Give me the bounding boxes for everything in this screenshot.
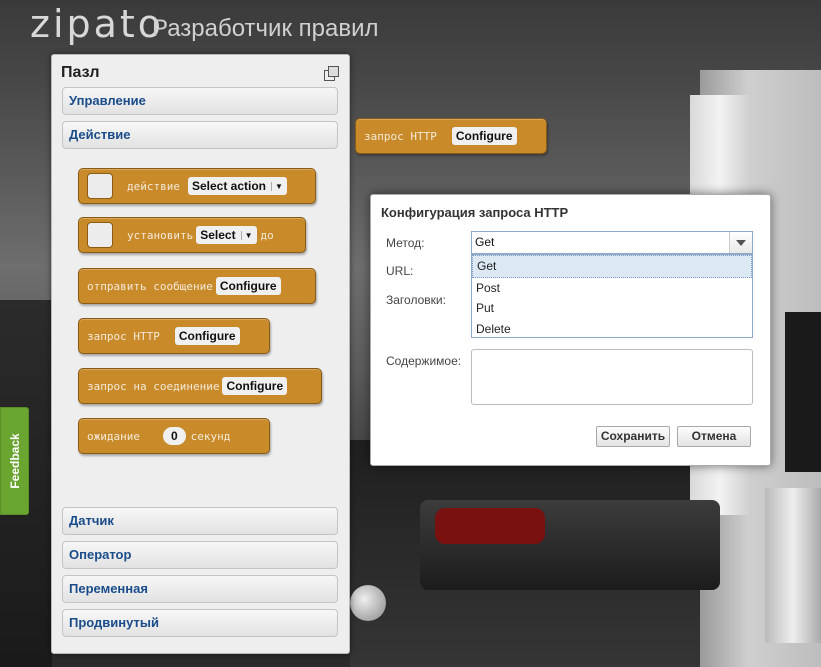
chevron-down-icon: ▼: [271, 181, 283, 191]
cancel-button[interactable]: Отмена: [677, 426, 751, 447]
select-action-dropdown[interactable]: Select action ▼: [187, 177, 287, 195]
chevron-down-icon: ▼: [240, 230, 253, 240]
category-operator[interactable]: Оператор: [62, 541, 338, 569]
headers-label: Заголовки:: [386, 293, 446, 307]
block-label: запрос на соединение: [87, 379, 220, 393]
block-label: ожидание: [87, 429, 140, 443]
method-select[interactable]: Get: [471, 231, 753, 254]
configure-button[interactable]: Configure: [451, 127, 517, 145]
block-label: запрос HTTP: [87, 329, 160, 343]
panel-title: Пазл: [61, 64, 100, 81]
action-block[interactable]: действие Select action ▼: [78, 168, 316, 204]
wait-block[interactable]: ожидание 0 секунд: [78, 418, 270, 454]
method-label: Метод:: [386, 236, 425, 250]
page-title: Разработчик правил: [152, 15, 379, 42]
popout-icon[interactable]: [324, 66, 339, 81]
dialog-title: Конфигурация запроса HTTP: [381, 205, 569, 220]
method-option-delete[interactable]: Delete: [472, 319, 752, 340]
category-variable[interactable]: Переменная: [62, 575, 338, 603]
block-label: установить: [127, 228, 194, 242]
chevron-down-icon[interactable]: [729, 232, 752, 253]
bg-lamp: [350, 585, 386, 621]
configure-button[interactable]: Configure: [174, 327, 240, 345]
content-label: Содержимое:: [386, 354, 462, 368]
puzzle-panel: Пазл Управление Действие действие Select…: [51, 54, 350, 654]
category-advanced[interactable]: Продвинутый: [62, 609, 338, 637]
canvas-http-request-block[interactable]: запрос HTTP Configure: [355, 118, 547, 154]
method-option-get[interactable]: Get: [472, 255, 752, 278]
block-suffix: секунд: [190, 429, 231, 443]
block-label: запрос HTTP: [364, 129, 437, 143]
method-value: Get: [475, 235, 495, 249]
bg-tv: [785, 312, 821, 472]
url-label: URL:: [386, 264, 414, 278]
configure-button[interactable]: Configure: [222, 377, 288, 395]
http-config-dialog: Конфигурация запроса HTTP Метод: URL: За…: [370, 194, 771, 466]
block-input-slot[interactable]: [87, 222, 113, 248]
block-input-slot[interactable]: [87, 173, 113, 199]
dropdown-value: Select action: [191, 179, 267, 193]
select-dropdown[interactable]: Select ▼: [196, 226, 257, 244]
connection-request-block[interactable]: запрос на соединение Configure: [78, 368, 322, 404]
method-option-post[interactable]: Post: [472, 278, 752, 299]
block-label: действие: [127, 179, 180, 193]
bg-pillow: [435, 508, 545, 544]
feedback-tab[interactable]: Feedback: [0, 407, 29, 515]
zipato-logo: zipato: [30, 2, 165, 46]
dropdown-value: Select: [200, 228, 236, 242]
bg-speaker: [765, 488, 821, 643]
http-request-block[interactable]: запрос HTTP Configure: [78, 318, 270, 354]
category-action[interactable]: Действие: [62, 121, 338, 149]
save-button[interactable]: Сохранить: [596, 426, 670, 447]
set-block[interactable]: установить Select ▼ до: [78, 217, 306, 253]
category-sensor[interactable]: Датчик: [62, 507, 338, 535]
method-option-put[interactable]: Put: [472, 298, 752, 319]
feedback-label: Feedback: [7, 433, 22, 489]
block-suffix: до: [260, 228, 274, 242]
block-palette: действие Select action ▼ установить Selec…: [62, 153, 338, 507]
configure-button[interactable]: Configure: [215, 277, 281, 295]
block-label: отправить сообщение: [87, 279, 213, 293]
method-dropdown-list: Get Post Put Delete: [471, 254, 753, 338]
category-control[interactable]: Управление: [62, 87, 338, 115]
send-message-block[interactable]: отправить сообщение Configure: [78, 268, 316, 304]
seconds-input[interactable]: 0: [162, 427, 186, 445]
content-textarea[interactable]: [471, 349, 753, 405]
